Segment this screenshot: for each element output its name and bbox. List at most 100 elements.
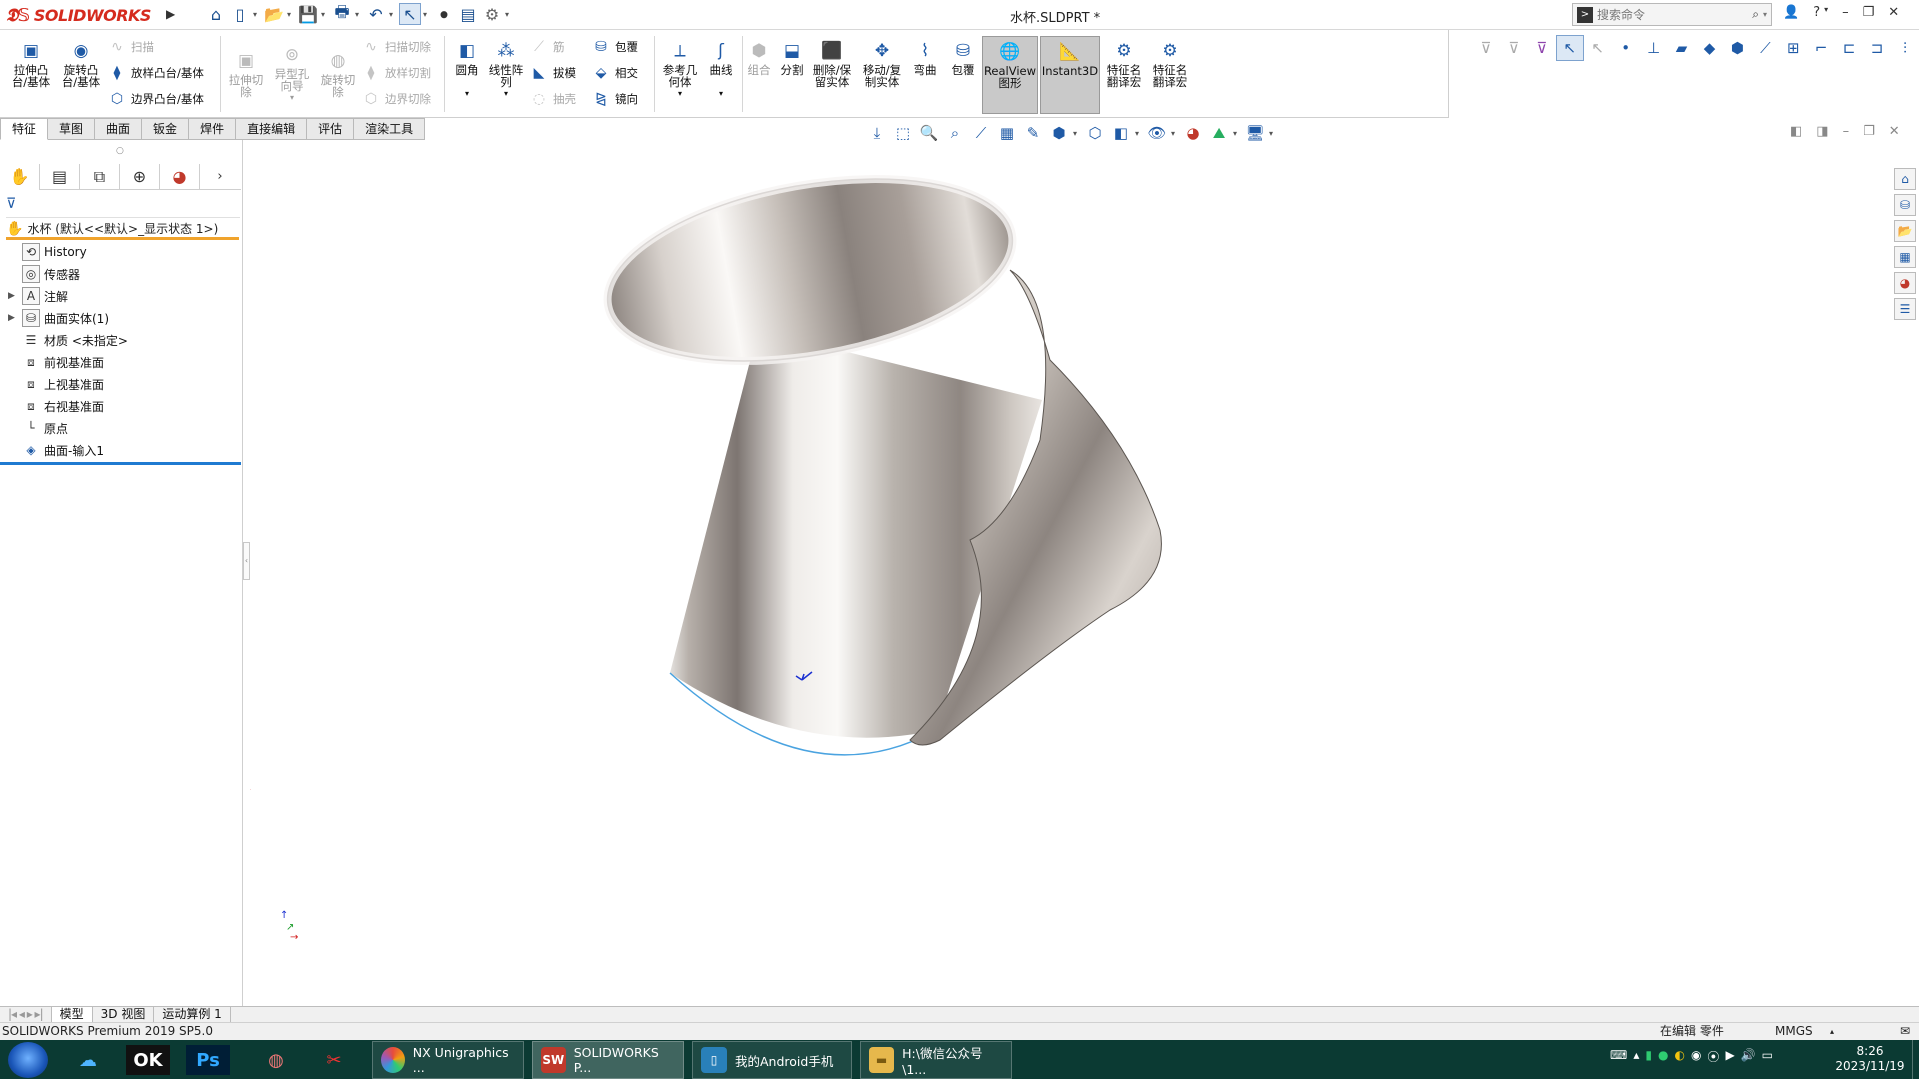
draft-button[interactable]: ◣ 拔模 [530, 64, 576, 82]
solidworks-logo[interactable]: 𝕯𝕊 SOLIDWORKS ▶ [6, 3, 175, 27]
tree-item-history[interactable]: ⟲ History [8, 242, 87, 262]
loft-cut-button[interactable]: ⧫ 放样切割 [362, 64, 431, 82]
filter-icon[interactable]: ⊽ [1472, 35, 1500, 61]
open-folder-icon[interactable]: 📂 [263, 3, 285, 25]
search-icon[interactable]: ⌕ [1752, 7, 1759, 22]
more-icon[interactable]: ⫶ [1891, 35, 1919, 61]
chevron-down-icon[interactable]: ▾ [253, 10, 261, 19]
volume-icon[interactable]: 🔊 [1741, 1048, 1756, 1065]
tree-item-sensors[interactable]: ◎ 传感器 [8, 264, 80, 284]
tree-item-right-plane[interactable]: ⧈ 右视基准面 [8, 396, 104, 416]
curves-button[interactable]: ʃ 曲线 ▾ [704, 40, 738, 100]
split-left-icon[interactable]: ◧ [1790, 124, 1802, 139]
boundary-boss-button[interactable]: ⬡ 边界凸台/基体 [108, 90, 204, 108]
chevron-down-icon[interactable]: ▾ [1233, 129, 1241, 138]
sweep-button[interactable]: ∿ 扫描 [108, 38, 154, 56]
menu-expand-icon[interactable]: ▶ [166, 7, 175, 21]
clock[interactable]: 8:26 2023/11/19 [1820, 1044, 1919, 1074]
dimxpert-tab-icon[interactable]: ⊕ [120, 163, 160, 190]
chevron-down-icon[interactable]: ▾ [465, 88, 469, 100]
taskbar-nx[interactable]: NX Unigraphics ... [372, 1041, 524, 1079]
extrude-boss-button[interactable]: ▣ 拉伸凸 台/基体 [8, 40, 54, 89]
restore-icon[interactable]: ❐ [1863, 124, 1875, 139]
design-library-icon[interactable]: ⛁ [1894, 194, 1916, 216]
chevron-down-icon[interactable]: ▾ [504, 88, 508, 100]
combine-button[interactable]: ⬢ 组合 [744, 40, 774, 77]
chevron-up-icon[interactable]: ▴ [1633, 1048, 1639, 1065]
app-tray-icon[interactable]: ▮ [1645, 1048, 1652, 1065]
expand-arrow-icon[interactable]: ▶ [8, 313, 22, 323]
revolve-boss-button[interactable]: ◉ 旋转凸 台/基体 [58, 40, 104, 89]
tab-scroll-controls[interactable]: |◂ ◂ ▸ ▸| [0, 1006, 52, 1023]
split-right-icon[interactable]: ◨ [1816, 124, 1828, 139]
vertex-icon[interactable]: ⊞ [1779, 35, 1807, 61]
fillet-button[interactable]: ◧ 圆角 ▾ [450, 40, 484, 100]
tab-model[interactable]: 模型 [51, 1006, 93, 1023]
display-manager-tab-icon[interactable]: ◕ [160, 163, 200, 190]
axis-icon[interactable]: ⊥ [1640, 35, 1668, 61]
revolve-cut-button[interactable]: ◍ 旋转切 除 [316, 50, 360, 99]
sweep-cut-button[interactable]: ∿ 扫描切除 [362, 38, 431, 56]
select-disabled-icon[interactable]: ↖ [1584, 35, 1612, 61]
move-copy-body-button[interactable]: ✥ 移动/复 制实体 [860, 40, 904, 89]
tree-item-front-plane[interactable]: ⧈ 前视基准面 [8, 352, 104, 372]
chevron-down-icon[interactable]: ▾ [505, 10, 513, 19]
extrude-cut-button[interactable]: ▣ 拉伸切 除 [224, 50, 268, 99]
wechat-icon[interactable]: ● [1658, 1048, 1668, 1065]
panel-collapse-handle[interactable]: ‹ [243, 542, 250, 580]
home-icon[interactable]: ⌂ [205, 3, 227, 25]
chevron-down-icon[interactable]: ▾ [423, 10, 431, 19]
file-props-icon[interactable]: ▤ [457, 3, 479, 25]
boundary-cut-button[interactable]: ⬡ 边界切除 [362, 90, 431, 108]
point-icon[interactable]: • [1612, 35, 1640, 61]
home-icon[interactable]: ⌂ [1894, 168, 1916, 190]
search-commands[interactable]: > 搜索命令 ⌕ ▾ [1572, 3, 1772, 26]
custom-properties-icon[interactable]: ☰ [1894, 298, 1916, 320]
record-icon[interactable]: ⦿ [1707, 1048, 1719, 1065]
instant3d-button[interactable]: 📐 Instant3D [1040, 36, 1100, 114]
comment-icon[interactable]: ✉ [1900, 1023, 1910, 1040]
tree-item-material[interactable]: ☰ 材质 <未指定> [8, 330, 128, 350]
chevron-down-icon[interactable]: ▾ [1073, 129, 1081, 138]
chevron-down-icon[interactable]: ▾ [290, 92, 294, 104]
scissors-icon[interactable]: ✂ [312, 1042, 356, 1078]
chevron-down-icon[interactable]: ▾ [678, 88, 682, 100]
tree-item-origin[interactable]: └ 原点 [8, 418, 68, 438]
taskbar-android[interactable]: ▯ 我的Android手机 [692, 1041, 852, 1079]
chevron-up-icon[interactable]: ▴ [1830, 1023, 1834, 1040]
tab-features[interactable]: 特征 [0, 118, 49, 140]
split-button[interactable]: ⬓ 分割 [776, 40, 808, 77]
panel-expand-icon[interactable]: › [200, 164, 240, 190]
show-desktop-button[interactable] [1912, 1040, 1919, 1079]
units-selector[interactable]: MMGS [1775, 1023, 1813, 1040]
tab-sheet-metal[interactable]: 钣金 [142, 118, 190, 140]
chevron-down-icon[interactable]: ▾ [1171, 129, 1179, 138]
dimension-icon[interactable]: ⊐ [1863, 35, 1891, 61]
feature-manager-tab-icon[interactable]: ✋ [0, 163, 40, 190]
new-doc-icon[interactable]: ▯ [229, 3, 251, 25]
taskbar-solidworks[interactable]: SW SOLIDWORKS P... [532, 1041, 684, 1079]
face-icon[interactable]: ◆ [1696, 35, 1724, 61]
app-icon[interactable]: ◍ [254, 1042, 298, 1078]
ok-app-icon[interactable]: OK [126, 1045, 170, 1075]
graphics-area[interactable] [250, 140, 1890, 1006]
network-icon[interactable]: ▭ [1762, 1048, 1773, 1065]
photoshop-icon[interactable]: Ps [186, 1045, 230, 1075]
search-input[interactable]: 搜索命令 [1597, 6, 1748, 23]
property-manager-tab-icon[interactable]: ▤ [40, 163, 80, 190]
undo-icon[interactable]: ↶ [365, 3, 387, 25]
expand-arrow-icon[interactable]: ▶ [8, 291, 22, 301]
drag-handle-icon[interactable]: ○ [116, 146, 124, 156]
tree-item-surface-bodies[interactable]: ▶ ⛁ 曲面实体(1) [8, 308, 109, 328]
solid-icon[interactable]: ⬢ [1723, 35, 1751, 61]
translate-macro-button-2[interactable]: ⚙ 特征名 翻译宏 [1148, 40, 1192, 89]
tab-evaluate[interactable]: 评估 [307, 118, 355, 140]
tree-filter-icon[interactable]: ⊽ [6, 196, 240, 218]
chevron-down-icon[interactable]: ▾ [1763, 10, 1767, 19]
chevron-down-icon[interactable]: ▾ [1824, 5, 1828, 20]
keyboard-icon[interactable]: ⌨ [1610, 1048, 1627, 1065]
sketch-point-icon[interactable]: ⌐ [1807, 35, 1835, 61]
select-arrow-icon[interactable]: ↖ [399, 3, 421, 25]
close-icon[interactable]: ✕ [1889, 124, 1900, 139]
reference-geometry-button[interactable]: ⟂ 参考几 何体 ▾ [658, 40, 702, 100]
